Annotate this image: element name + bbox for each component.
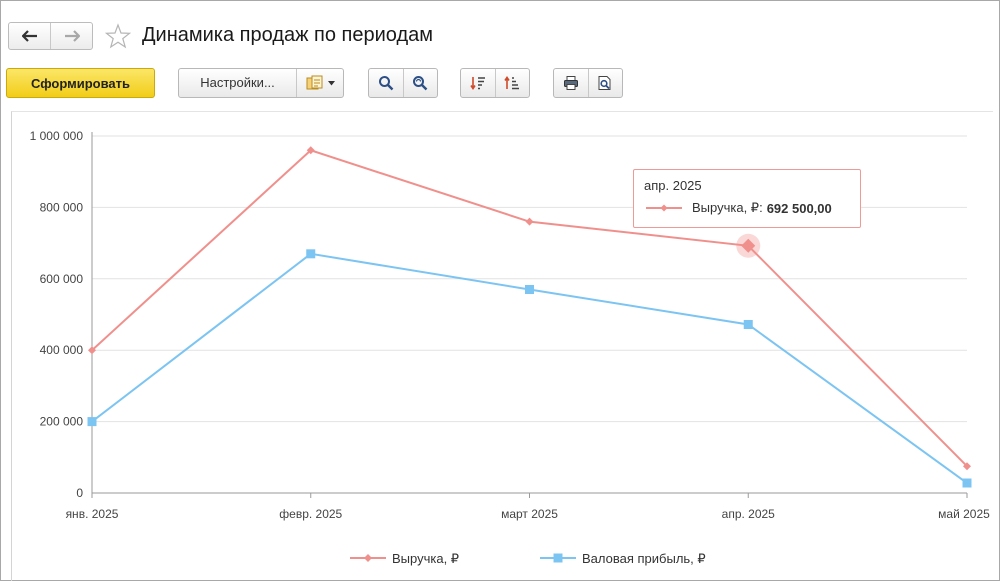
y-tick-label: 400 000 [40, 343, 84, 357]
data-point [743, 319, 753, 329]
tooltip-value: 692 500,00 [766, 200, 832, 216]
x-tick-label: май 2025 [938, 507, 990, 521]
page-title: Динамика продаж по периодам [142, 24, 434, 46]
settings-label[interactable]: Настройки... [179, 69, 297, 97]
search-button[interactable] [369, 69, 403, 97]
data-point [962, 478, 972, 488]
navigation-buttons [8, 22, 93, 50]
back-arrow-icon [21, 30, 37, 42]
tooltip-period: апр. 2025 [644, 178, 702, 193]
data-point [87, 417, 97, 427]
settings-button: Настройки... [178, 68, 344, 98]
print-icon [563, 76, 578, 90]
print-button[interactable] [554, 69, 588, 97]
sort-ascending-button[interactable] [494, 69, 530, 97]
y-tick-label: 600 000 [40, 272, 84, 286]
x-tick-label: март 2025 [501, 507, 558, 521]
print-preview-button[interactable] [587, 69, 623, 97]
data-point [525, 285, 534, 295]
legend-marker [553, 553, 563, 563]
search-icon [378, 76, 394, 91]
revenue-marker-icon [646, 204, 682, 212]
x-tick-label: февр. 2025 [279, 507, 342, 521]
report-window: Динамика продаж по периодам Сформировать… [0, 0, 1000, 581]
report-variant-button[interactable] [297, 75, 343, 91]
chart-tooltip: апр. 2025 Выручка, ₽: 692 500,00 [633, 169, 861, 228]
legend-label: Выручка, ₽ [392, 551, 459, 566]
search-refresh-icon [413, 76, 428, 91]
search-button-group [368, 68, 438, 98]
sort-button-group [460, 68, 530, 98]
sort-descending-button[interactable] [461, 69, 495, 97]
forward-arrow-icon [64, 30, 80, 42]
y-tick-label: 800 000 [40, 200, 84, 214]
back-button[interactable] [9, 23, 50, 49]
report-variant-icon [306, 75, 322, 90]
generate-button[interactable]: Сформировать [6, 68, 155, 98]
forward-button[interactable] [50, 23, 92, 49]
data-point [306, 249, 316, 259]
x-tick-label: янв. 2025 [66, 507, 119, 521]
print-preview-icon [598, 76, 611, 90]
y-tick-label: 0 [76, 486, 83, 500]
chart-area: 0 200 000 400 000 600 000 800 000 1 000 000 ян… [11, 111, 993, 581]
legend-marker [364, 554, 372, 562]
search-refresh-button[interactable] [402, 69, 438, 97]
tooltip-row: Выручка, ₽: 692 500,00 [644, 200, 850, 216]
sort-descending-icon [470, 77, 485, 90]
print-button-group [553, 68, 623, 98]
legend-label: Валовая прибыль, ₽ [582, 551, 706, 566]
tooltip-series: Выручка, ₽: [692, 200, 763, 215]
y-tick-label: 1 000 000 [30, 129, 84, 143]
data-point [525, 217, 534, 226]
favorite-star-icon[interactable] [105, 23, 131, 49]
y-tick-label: 200 000 [40, 415, 84, 429]
dropdown-arrow-icon [327, 80, 335, 85]
x-tick-label: апр. 2025 [722, 507, 776, 521]
sort-ascending-icon [504, 76, 520, 90]
